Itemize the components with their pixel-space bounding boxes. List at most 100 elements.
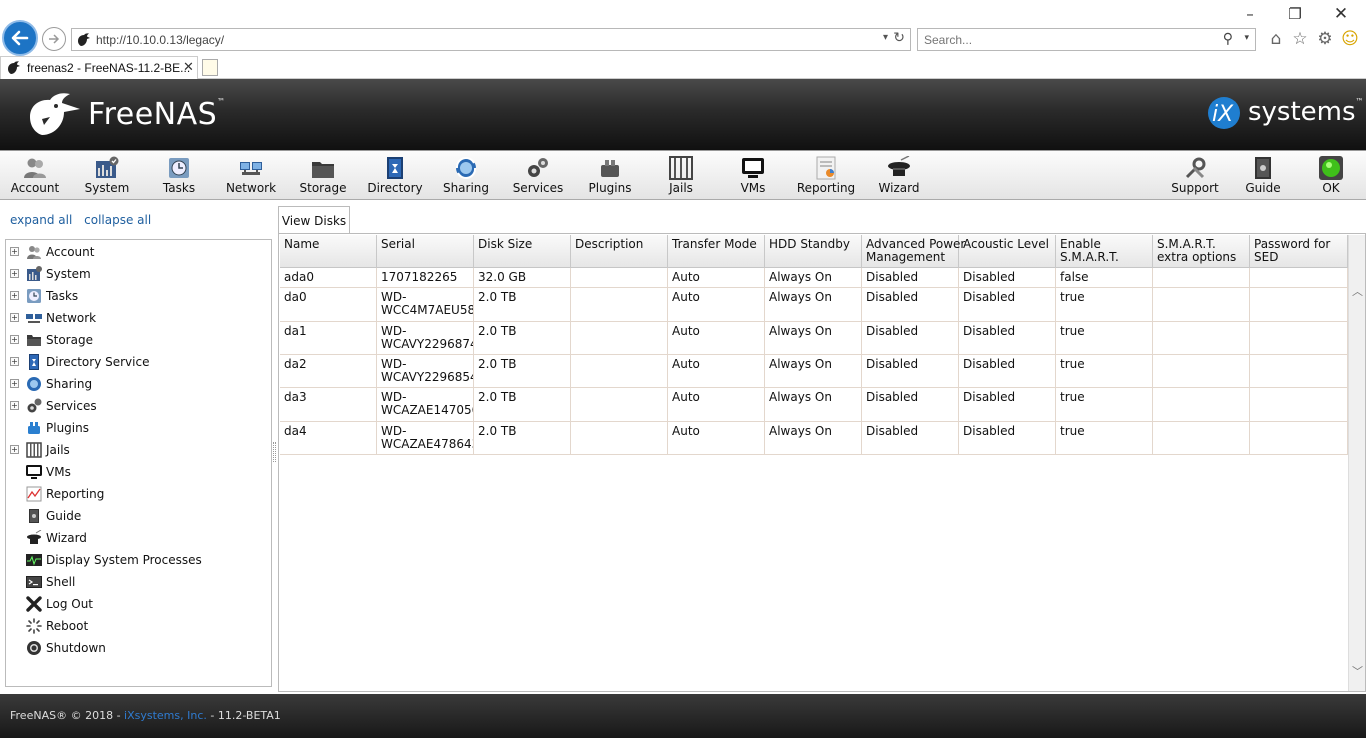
search-box[interactable]: ⚲ ▾ [917, 28, 1256, 51]
expand-icon[interactable]: + [10, 313, 19, 322]
expand-icon[interactable]: + [10, 401, 19, 410]
tree-item-wizard[interactable]: Wizard [6, 527, 271, 549]
expand-all-link[interactable]: expand all [10, 213, 72, 227]
tree-item-shutdown[interactable]: Shutdown [6, 637, 271, 659]
toolbar-guide-button[interactable]: Guide [1228, 151, 1298, 200]
table-row[interactable]: da0 WD- WCC4M7AEU582 2.0 TB Auto Always On Dis… [280, 288, 1348, 322]
search-dropdown-icon[interactable]: ▾ [1244, 33, 1249, 43]
forward-button[interactable] [42, 27, 66, 51]
toolbar-alert-ok-button[interactable]: OK [1296, 151, 1366, 200]
tree-item-jails[interactable]: + Jails [6, 439, 271, 461]
window-close-icon[interactable]: ✕ [1330, 4, 1352, 24]
toolbar-tasks-button[interactable]: Tasks [144, 151, 214, 200]
table-row[interactable]: ada0 1707182265 32.0 GB Auto Always On Disabl… [280, 268, 1348, 288]
back-button[interactable] [2, 20, 38, 56]
tree-item-reboot[interactable]: Reboot [6, 615, 271, 637]
toolbar-system-button[interactable]: System [72, 151, 142, 200]
toolbar-sharing-button[interactable]: Sharing [431, 151, 501, 200]
vertical-scrollbar[interactable]: ︿ ﹀ [1348, 235, 1365, 691]
toolbar-support-button[interactable]: Support [1160, 151, 1230, 200]
tab-view-disks[interactable]: View Disks [278, 206, 350, 235]
column-header[interactable]: Advanced Power Management [862, 235, 965, 268]
column-header[interactable]: Transfer Mode [668, 235, 765, 268]
tree-item-network[interactable]: + Network [6, 307, 271, 329]
column-header[interactable]: Password for SED [1250, 235, 1348, 268]
tree-item-directory-service[interactable]: + Directory Service [6, 351, 271, 373]
favorites-star-icon[interactable]: ☆ [1290, 29, 1310, 49]
new-tab-icon[interactable] [202, 59, 218, 76]
toolbar-storage-button[interactable]: Storage [288, 151, 358, 200]
tree-item-account[interactable]: + Account [6, 241, 271, 263]
url-input[interactable] [96, 31, 856, 48]
expand-icon[interactable]: + [10, 247, 19, 256]
tree-item-log-out[interactable]: Log Out [6, 593, 271, 615]
feedback-smiley-icon[interactable]: ☺ [1340, 29, 1360, 49]
tab-close-icon[interactable]: ✕ [183, 60, 194, 75]
tree-item-label: Wizard [46, 531, 87, 545]
tree-item-vms[interactable]: VMs [6, 461, 271, 483]
scroll-down-icon[interactable]: ﹀ [1352, 663, 1363, 679]
tree-item-plugins[interactable]: Plugins [6, 417, 271, 439]
table-row[interactable]: da2 WD- WCAVY2296854 2.0 TB Auto Always On Dis… [280, 355, 1348, 388]
expand-icon[interactable]: + [10, 357, 19, 366]
toolbar-label: Jails [669, 181, 693, 195]
toolbar-network-button[interactable]: Network [216, 151, 286, 200]
cell-text: Always On [769, 324, 832, 338]
expand-icon[interactable]: + [10, 379, 19, 388]
cell-text: da4 [284, 424, 307, 438]
table-cell: da1 [280, 322, 377, 354]
collapse-all-link[interactable]: collapse all [84, 213, 151, 227]
tree-item-tasks[interactable]: + Tasks [6, 285, 271, 307]
tree-item-display-system-processes[interactable]: Display System Processes [6, 549, 271, 571]
scroll-up-icon[interactable]: ︿ [1352, 283, 1363, 299]
toolbar-wizard-button[interactable]: Wizard [864, 151, 934, 200]
table-cell: 2.0 TB [474, 288, 571, 321]
expand-icon[interactable]: + [10, 291, 19, 300]
pane-splitter-handle[interactable] [273, 442, 276, 462]
table-row[interactable]: da3 WD- WCAZAE147056 2.0 TB Auto Always On Dis… [280, 388, 1348, 422]
search-input[interactable] [924, 31, 1214, 48]
column-header[interactable]: Name [280, 235, 377, 268]
tree-item-sharing[interactable]: + Sharing [6, 373, 271, 395]
table-cell: Disabled [862, 288, 959, 321]
address-bar[interactable]: ▾ ↻ [71, 28, 911, 51]
toolbar-reporting-button[interactable]: Reporting [791, 151, 861, 200]
column-header[interactable]: Serial [377, 235, 474, 268]
column-header[interactable]: HDD Standby [765, 235, 862, 268]
column-header[interactable]: Enable S.M.A.R.T. [1056, 235, 1153, 268]
home-icon[interactable]: ⌂ [1266, 29, 1286, 49]
gear-icon[interactable]: ⚙ [1315, 29, 1335, 49]
toolbar-plugins-button[interactable]: Plugins [575, 151, 645, 200]
cell-text: WCAZAE147056 [381, 403, 474, 417]
address-dropdown-icon[interactable]: ▾ [883, 32, 888, 43]
shutdown-icon [27, 641, 41, 655]
tree-item-services[interactable]: + Services [6, 395, 271, 417]
table-row[interactable]: da4 WD- WCAZAE478643 2.0 TB Auto Always On Dis… [280, 422, 1348, 455]
tree-item-storage[interactable]: + Storage [6, 329, 271, 351]
expand-icon[interactable]: + [10, 445, 19, 454]
browser-tab[interactable]: freenas2 - FreeNAS-11.2-BE... ✕ [0, 56, 198, 79]
column-header[interactable]: Description [571, 235, 668, 268]
toolbar-directory-button[interactable]: Directory [360, 151, 430, 200]
minimize-icon[interactable]: – [1239, 4, 1261, 24]
restore-icon[interactable]: ❐ [1284, 4, 1306, 24]
refresh-icon[interactable]: ↻ [893, 30, 905, 46]
column-header[interactable]: S.M.A.R.T. extra options [1153, 235, 1250, 268]
tree-item-reporting[interactable]: Reporting [6, 483, 271, 505]
toolbar-services-button[interactable]: Services [503, 151, 573, 200]
expand-icon[interactable]: + [10, 335, 19, 344]
column-header[interactable]: Acoustic Level [959, 235, 1056, 268]
tree-item-shell[interactable]: Shell [6, 571, 271, 593]
tree-item-system[interactable]: + System [6, 263, 271, 285]
ixsystems-link[interactable]: iXsystems, Inc. [124, 709, 207, 722]
search-icon[interactable]: ⚲ [1223, 31, 1233, 47]
toolbar-vms-button[interactable]: VMs [718, 151, 788, 200]
toolbar-jails-button[interactable]: Jails [646, 151, 716, 200]
cell-text: 2.0 TB [478, 357, 517, 371]
tree-item-guide[interactable]: Guide [6, 505, 271, 527]
toolbar-account-button[interactable]: Account [0, 151, 70, 200]
table-row[interactable]: da1 WD- WCAVY2296874 2.0 TB Auto Always On Dis… [280, 322, 1348, 355]
cell-text: true [1060, 324, 1085, 338]
expand-icon[interactable]: + [10, 269, 19, 278]
column-header[interactable]: Disk Size [474, 235, 571, 268]
